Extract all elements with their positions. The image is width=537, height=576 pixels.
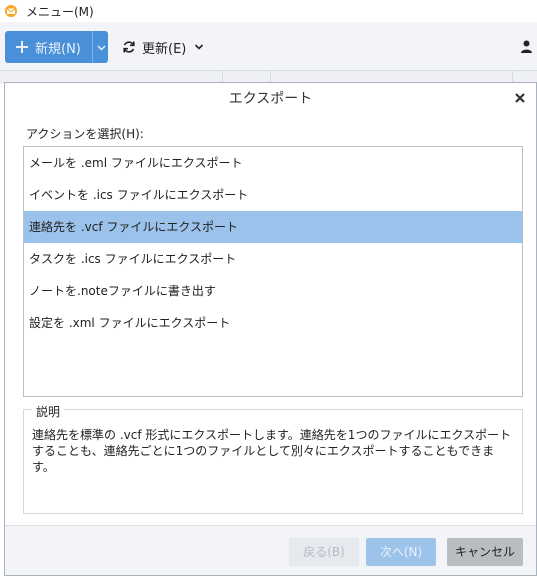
- new-button[interactable]: 新規(N): [5, 31, 108, 63]
- plus-icon: [16, 41, 28, 53]
- action-list[interactable]: メールを .eml ファイルにエクスポート イベントを .ics ファイルにエク…: [23, 146, 523, 397]
- list-item-export-vcf[interactable]: 連絡先を .vcf ファイルにエクスポート: [24, 211, 522, 243]
- list-item-export-eml[interactable]: メールを .eml ファイルにエクスポート: [24, 147, 522, 179]
- refresh-button[interactable]: 更新(E): [122, 31, 204, 63]
- dialog-title: エクスポート: [228, 91, 313, 107]
- app-logo-icon: [5, 5, 17, 17]
- list-item-export-xml[interactable]: 設定を .xml ファイルにエクスポート: [24, 307, 522, 339]
- back-button[interactable]: 戻る(B): [289, 538, 359, 566]
- action-select-label: アクションを選択(H):: [26, 127, 144, 141]
- next-button[interactable]: 次へ(N): [366, 538, 436, 566]
- refresh-button-label: 更新(E): [142, 41, 187, 57]
- description-title: 説明: [32, 403, 65, 420]
- refresh-dropdown-chevron-icon[interactable]: [194, 42, 204, 52]
- person-icon[interactable]: [520, 40, 533, 53]
- list-item-export-note[interactable]: ノートを.noteファイルに書き出す: [24, 275, 522, 307]
- new-button-label: 新規(N): [35, 41, 81, 57]
- description-group: 説明 連絡先を標準の .vcf 形式にエクスポートします。連絡先を1つのファイル…: [23, 403, 523, 514]
- app-menubar: メニュー(M): [0, 0, 537, 22]
- menu-button[interactable]: メニュー(M): [26, 3, 94, 20]
- description-text: 連絡先を標準の .vcf 形式にエクスポートします。連絡先を1つのファイルにエク…: [32, 428, 512, 474]
- export-dialog: エクスポート アクションを選択(H): メールを .eml ファイルにエクスポー…: [4, 82, 537, 576]
- list-item-export-ics-tasks[interactable]: タスクを .ics ファイルにエクスポート: [24, 243, 522, 275]
- new-dropdown-chevron-icon[interactable]: [97, 43, 106, 52]
- list-item-export-ics-events[interactable]: イベントを .ics ファイルにエクスポート: [24, 179, 522, 211]
- app-toolbar: 新規(N) 更新(E): [0, 22, 537, 70]
- refresh-icon: [123, 41, 135, 53]
- dialog-footer: 戻る(B) 次へ(N) キャンセル: [5, 525, 536, 575]
- close-icon[interactable]: [513, 91, 527, 105]
- new-button-divider: [92, 31, 93, 63]
- cancel-button[interactable]: キャンセル: [447, 538, 523, 566]
